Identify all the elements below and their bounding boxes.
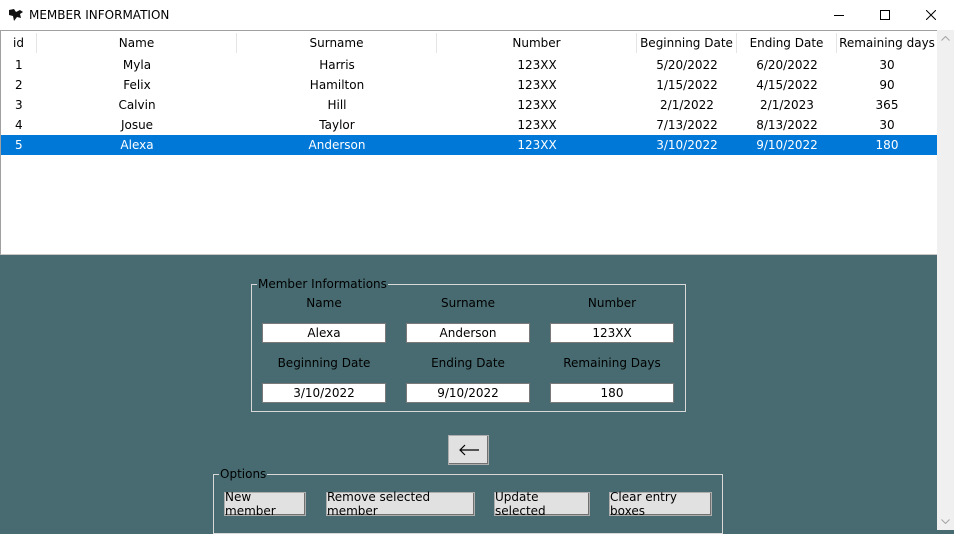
cell-remaining-days: 180 [875,138,899,152]
cell-number: 123XX [517,98,557,112]
options-group-label: Options [219,467,268,481]
remaining-days-input[interactable] [550,383,674,403]
cell-beginning-date: 7/13/2022 [656,118,718,132]
cell-remaining-days: 30 [879,118,895,132]
surname-input[interactable] [406,323,530,343]
scroll-up-button[interactable] [937,30,954,47]
cell-number: 123XX [517,118,557,132]
number-input[interactable] [550,323,674,343]
cell-name: Myla [122,58,152,72]
name-input[interactable] [262,323,386,343]
cell-ending-date: 4/15/2022 [756,78,818,92]
maximize-button[interactable] [862,0,908,30]
cell-remaining-days: 365 [875,98,899,112]
new-member-button[interactable]: New member [224,490,306,518]
cell-surname: Taylor [319,118,355,132]
cell-surname: Anderson [308,138,366,152]
ending-date-input[interactable] [406,383,530,403]
surname-label: Surname [441,296,495,310]
cell-surname: Hill [327,98,347,112]
cell-id: 4 [15,118,23,132]
title-bar: MEMBER INFORMATION [0,0,954,30]
cell-name: Calvin [118,98,156,112]
column-header-ending-date[interactable]: Ending Date [737,31,836,54]
window-title: MEMBER INFORMATION [29,8,170,22]
cell-id: 2 [15,78,23,92]
feather-icon [9,9,23,21]
arrow-left-icon [458,444,479,456]
cell-name: Alexa [120,138,154,152]
close-icon [926,10,936,20]
cell-beginning-date: 2/1/2022 [660,98,714,112]
members-table[interactable]: id Name Surname Number Beginning Date En… [0,30,937,255]
minimize-button[interactable] [816,0,862,30]
close-button[interactable] [908,0,954,30]
name-label: Name [306,296,342,310]
cell-ending-date: 8/13/2022 [756,118,818,132]
chevron-down-icon [941,519,950,524]
ending-date-label: Ending Date [431,356,505,370]
cell-id: 3 [15,98,23,112]
cell-remaining-days: 90 [879,78,895,92]
vertical-scrollbar[interactable] [937,30,954,530]
number-label: Number [587,296,637,310]
cell-beginning-date: 3/10/2022 [656,138,718,152]
cell-number: 123XX [517,58,557,72]
cell-name: Felix [123,78,151,92]
column-header-number[interactable]: Number [437,31,636,54]
table-row[interactable]: 2 Felix Hamilton 123XX 1/15/2022 4/15/20… [1,75,937,95]
chevron-up-icon [941,36,950,41]
column-header-surname[interactable]: Surname [237,31,436,54]
table-row[interactable]: 1 Myla Harris 123XX 5/20/2022 6/20/2022 … [1,55,937,75]
column-header-name[interactable]: Name [37,31,236,54]
cell-number: 123XX [517,78,557,92]
member-info-group-label: Member Informations [257,277,388,291]
remaining-days-label: Remaining Days [563,356,661,370]
cell-beginning-date: 1/15/2022 [656,78,718,92]
scroll-down-button[interactable] [937,513,954,530]
clear-entry-boxes-button[interactable]: Clear entry boxes [609,490,712,518]
cell-ending-date: 9/10/2022 [756,138,818,152]
back-button[interactable] [448,435,489,465]
cell-surname: Harris [319,58,355,72]
table-row-selected[interactable]: 5 Alexa Anderson 123XX 3/10/2022 9/10/20… [1,135,937,155]
beginning-date-input[interactable] [262,383,386,403]
table-row[interactable]: 4 Josue Taylor 123XX 7/13/2022 8/13/2022… [1,115,937,135]
cell-beginning-date: 5/20/2022 [656,58,718,72]
remove-selected-member-button[interactable]: Remove selected member [326,490,475,518]
column-header-beginning-date[interactable]: Beginning Date [637,31,736,54]
beginning-date-label: Beginning Date [277,356,371,370]
table-row[interactable]: 3 Calvin Hill 123XX 2/1/2022 2/1/2023 36… [1,95,937,115]
cell-ending-date: 2/1/2023 [760,98,814,112]
cell-number: 123XX [517,138,557,152]
cell-id: 5 [15,138,23,152]
cell-remaining-days: 30 [879,58,895,72]
cell-surname: Hamilton [309,78,365,92]
update-selected-button[interactable]: Update selected [494,490,590,518]
cell-name: Josue [120,118,154,132]
cell-ending-date: 6/20/2022 [756,58,818,72]
cell-id: 1 [15,58,23,72]
minimize-icon [834,15,844,16]
maximize-icon [880,10,890,20]
column-header-id[interactable]: id [1,31,36,54]
column-header-remaining-days[interactable]: Remaining days [837,31,937,54]
